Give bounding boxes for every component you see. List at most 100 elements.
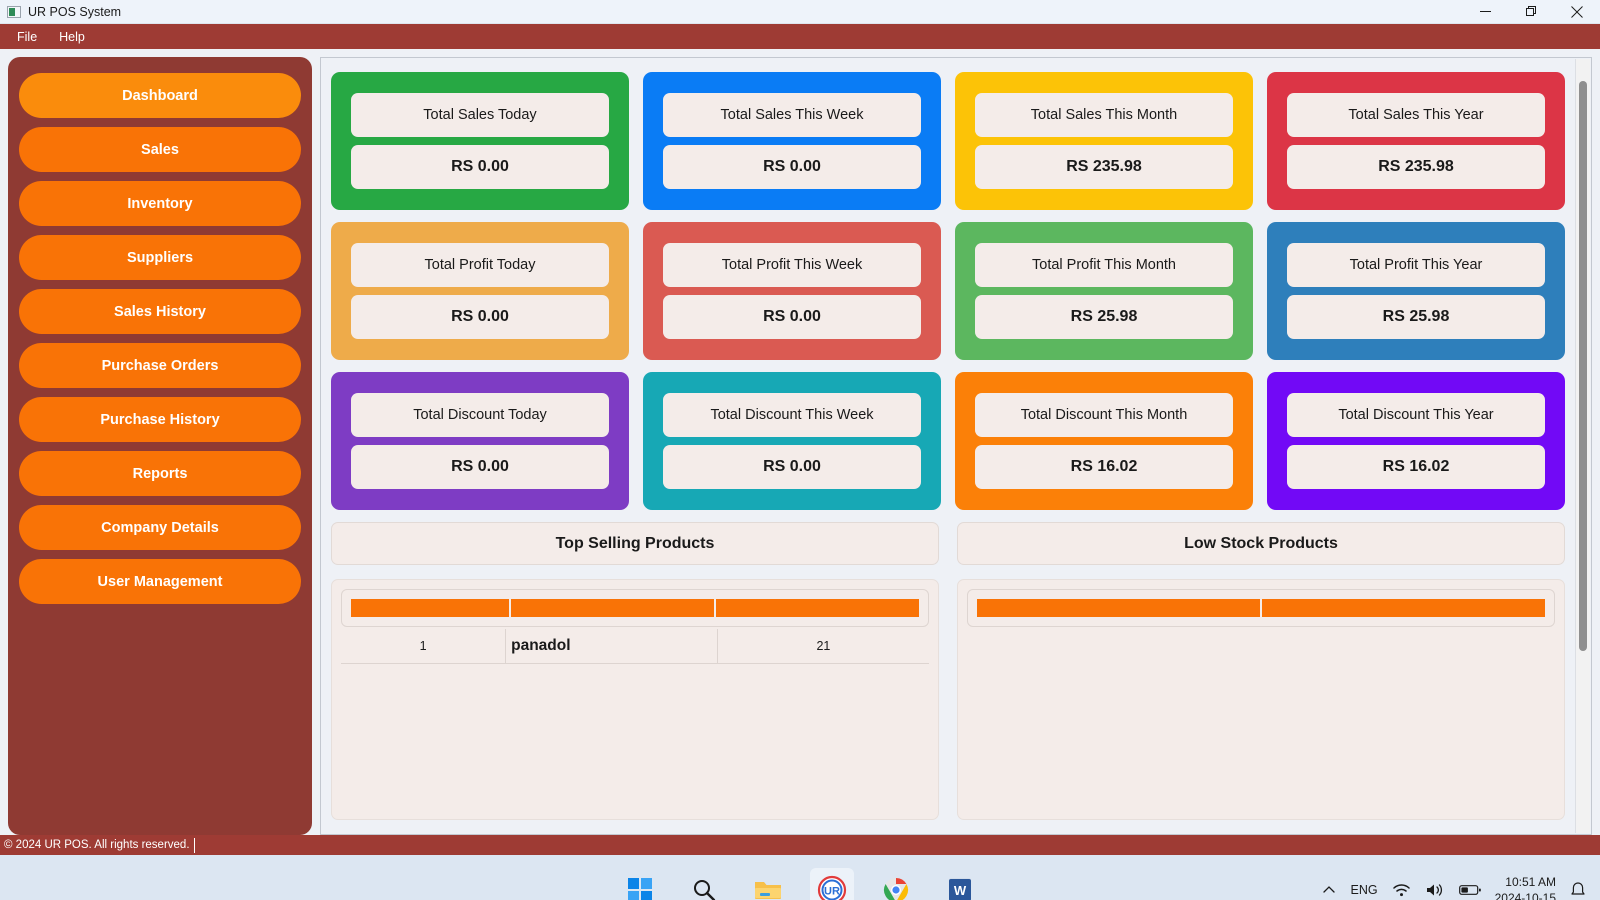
wifi-icon[interactable] <box>1392 882 1411 898</box>
card-label: Total Sales This Month <box>975 93 1233 137</box>
dashboard-content: Total Sales Today RS 0.00 Total Sales Th… <box>320 57 1592 835</box>
card-value: RS 0.00 <box>663 145 921 189</box>
column-header-stock[interactable] <box>1261 599 1545 617</box>
top-selling-header-table <box>351 599 919 617</box>
card-value: RS 0.00 <box>351 145 609 189</box>
card-total-sales-this-week[interactable]: Total Sales This Week RS 0.00 <box>643 72 941 210</box>
card-total-discount-this-month[interactable]: Total Discount This Month RS 16.02 <box>955 372 1253 510</box>
window-body: Dashboard Sales Inventory Suppliers Sale… <box>0 49 1600 835</box>
menu-item-help[interactable]: Help <box>50 27 94 47</box>
taskbar: UR W ENG 10:51 AM 2024-10-15 <box>0 855 1600 900</box>
low-stock-panel: Low Stock Products <box>957 522 1565 820</box>
card-total-sales-this-year[interactable]: Total Sales This Year RS 235.98 <box>1267 72 1565 210</box>
cell-quantity: 21 <box>717 629 929 664</box>
chevron-up-icon[interactable] <box>1321 882 1337 898</box>
window-controls <box>1462 0 1600 24</box>
sidebar-item-purchase-orders[interactable]: Purchase Orders <box>19 343 301 388</box>
sidebar-item-company-details[interactable]: Company Details <box>19 505 301 550</box>
top-selling-table-box: 1 panadol 21 <box>331 579 939 820</box>
table-header-row <box>977 599 1545 617</box>
card-value: RS 25.98 <box>1287 295 1545 339</box>
card-label: Total Profit This Month <box>975 243 1233 287</box>
card-total-profit-this-month[interactable]: Total Profit This Month RS 25.98 <box>955 222 1253 360</box>
card-label: Total Discount Today <box>351 393 609 437</box>
card-value: RS 235.98 <box>975 145 1233 189</box>
low-stock-title: Low Stock Products <box>957 522 1565 565</box>
close-icon[interactable] <box>1554 0 1600 24</box>
app-window-icon <box>7 5 21 18</box>
copyright-text: © 2024 UR POS. All rights reserved. <box>0 837 195 853</box>
card-label: Total Discount This Week <box>663 393 921 437</box>
card-label: Total Sales This Year <box>1287 93 1545 137</box>
windows-start-icon[interactable] <box>618 868 662 900</box>
sidebar-item-sales[interactable]: Sales <box>19 127 301 172</box>
sidebar-item-suppliers[interactable]: Suppliers <box>19 235 301 280</box>
system-tray: ENG 10:51 AM 2024-10-15 <box>1321 874 1586 900</box>
menu-item-file[interactable]: File <box>8 27 46 47</box>
taskbar-clock[interactable]: 10:51 AM 2024-10-15 <box>1495 874 1556 900</box>
column-header-product[interactable] <box>510 599 716 617</box>
ur-pos-app-icon[interactable]: UR <box>810 868 854 900</box>
svg-text:UR: UR <box>824 886 840 898</box>
dashboard-scroll-area: Total Sales Today RS 0.00 Total Sales Th… <box>321 58 1575 834</box>
sidebar-item-user-management[interactable]: User Management <box>19 559 301 604</box>
sidebar-item-reports[interactable]: Reports <box>19 451 301 496</box>
card-value: RS 16.02 <box>1287 445 1545 489</box>
card-label: Total Profit This Week <box>663 243 921 287</box>
sidebar-item-purchase-history[interactable]: Purchase History <box>19 397 301 442</box>
card-label: Total Profit This Year <box>1287 243 1545 287</box>
svg-text:W: W <box>954 883 967 898</box>
card-total-discount-this-year[interactable]: Total Discount This Year RS 16.02 <box>1267 372 1565 510</box>
language-indicator[interactable]: ENG <box>1351 883 1378 897</box>
card-total-discount-this-week[interactable]: Total Discount This Week RS 0.00 <box>643 372 941 510</box>
card-label: Total Discount This Year <box>1287 393 1545 437</box>
card-total-discount-today[interactable]: Total Discount Today RS 0.00 <box>331 372 629 510</box>
sidebar-item-sales-history[interactable]: Sales History <box>19 289 301 334</box>
bell-icon[interactable] <box>1570 881 1586 899</box>
column-header-quantity[interactable] <box>714 599 919 617</box>
card-total-profit-today[interactable]: Total Profit Today RS 0.00 <box>331 222 629 360</box>
card-label: Total Discount This Month <box>975 393 1233 437</box>
battery-icon[interactable] <box>1458 883 1481 897</box>
card-value: RS 25.98 <box>975 295 1233 339</box>
cell-rank: 1 <box>341 629 507 664</box>
column-header-rank[interactable] <box>351 599 512 617</box>
column-header-product[interactable] <box>977 599 1262 617</box>
card-value: RS 0.00 <box>351 445 609 489</box>
clock-date: 2024-10-15 <box>1494 891 1556 900</box>
card-label: Total Sales Today <box>351 93 609 137</box>
top-selling-panel: Top Selling Products 1 panadol 21 <box>331 522 939 820</box>
status-bar: © 2024 UR POS. All rights reserved. <box>0 835 1600 855</box>
sidebar: Dashboard Sales Inventory Suppliers Sale… <box>8 57 312 835</box>
card-label: Total Sales This Week <box>663 93 921 137</box>
scrollbar-thumb[interactable] <box>1579 81 1587 651</box>
restore-icon[interactable] <box>1508 0 1554 24</box>
low-stock-table-box <box>957 579 1565 820</box>
taskbar-icons: UR W <box>618 868 982 900</box>
chrome-icon[interactable] <box>874 868 918 900</box>
content-scrollbar[interactable] <box>1575 59 1590 833</box>
window-title: UR POS System <box>28 4 122 19</box>
file-explorer-icon[interactable] <box>746 868 790 900</box>
card-value: RS 0.00 <box>351 295 609 339</box>
low-stock-header-wrap <box>967 589 1555 627</box>
sidebar-item-dashboard[interactable]: Dashboard <box>19 73 301 118</box>
top-selling-header-wrap <box>341 589 929 627</box>
tables-row: Top Selling Products 1 panadol 21 Low St… <box>331 522 1565 820</box>
search-icon[interactable] <box>682 868 726 900</box>
table-row[interactable]: 1 panadol 21 <box>341 629 929 664</box>
sidebar-item-inventory[interactable]: Inventory <box>19 181 301 226</box>
card-value: RS 0.00 <box>663 295 921 339</box>
cell-product: panadol <box>505 629 718 664</box>
top-selling-title: Top Selling Products <box>331 522 939 565</box>
discount-card-row: Total Discount Today RS 0.00 Total Disco… <box>331 372 1565 510</box>
minimize-icon[interactable] <box>1462 0 1508 24</box>
card-total-profit-this-week[interactable]: Total Profit This Week RS 0.00 <box>643 222 941 360</box>
volume-icon[interactable] <box>1425 882 1445 898</box>
title-bar: UR POS System <box>0 0 1600 24</box>
word-icon[interactable]: W <box>938 868 982 900</box>
card-total-profit-this-year[interactable]: Total Profit This Year RS 25.98 <box>1267 222 1565 360</box>
card-total-sales-this-month[interactable]: Total Sales This Month RS 235.98 <box>955 72 1253 210</box>
card-total-sales-today[interactable]: Total Sales Today RS 0.00 <box>331 72 629 210</box>
card-value: RS 235.98 <box>1287 145 1545 189</box>
